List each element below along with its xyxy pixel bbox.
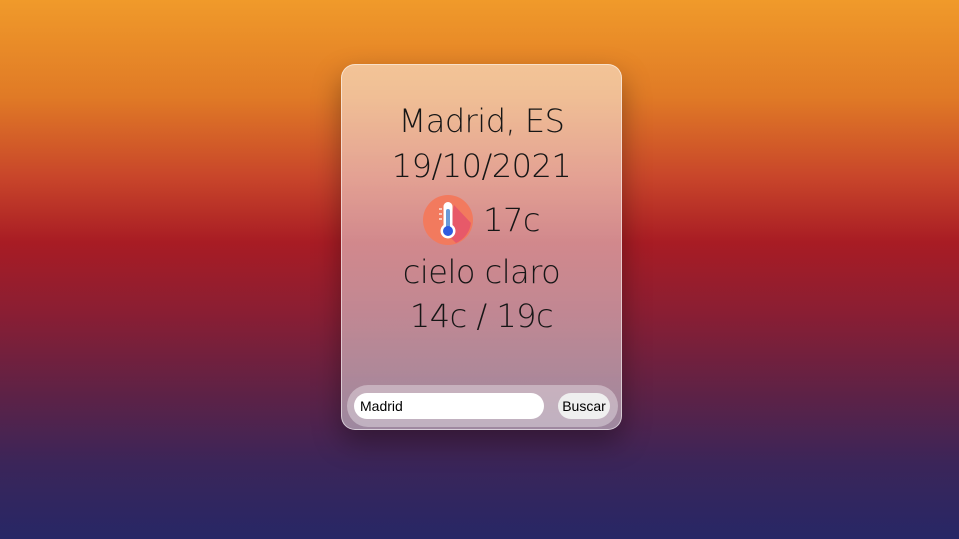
thermometer-icon — [423, 195, 474, 245]
search-input[interactable] — [354, 393, 544, 419]
search-button[interactable]: Buscar — [558, 393, 610, 419]
temperature-value: 17c — [483, 201, 540, 239]
weather-card: Madrid, ES 19/10/2021 17c cielo claro 14… — [341, 64, 622, 430]
date-label: 19/10/2021 — [391, 147, 572, 185]
search-bar: Buscar — [347, 385, 618, 427]
location-label: Madrid, ES — [398, 102, 565, 140]
temperature-row: 17c — [342, 195, 621, 245]
weather-description: cielo claro — [402, 253, 561, 291]
min-max-temperature: 14c / 19c — [409, 297, 554, 335]
